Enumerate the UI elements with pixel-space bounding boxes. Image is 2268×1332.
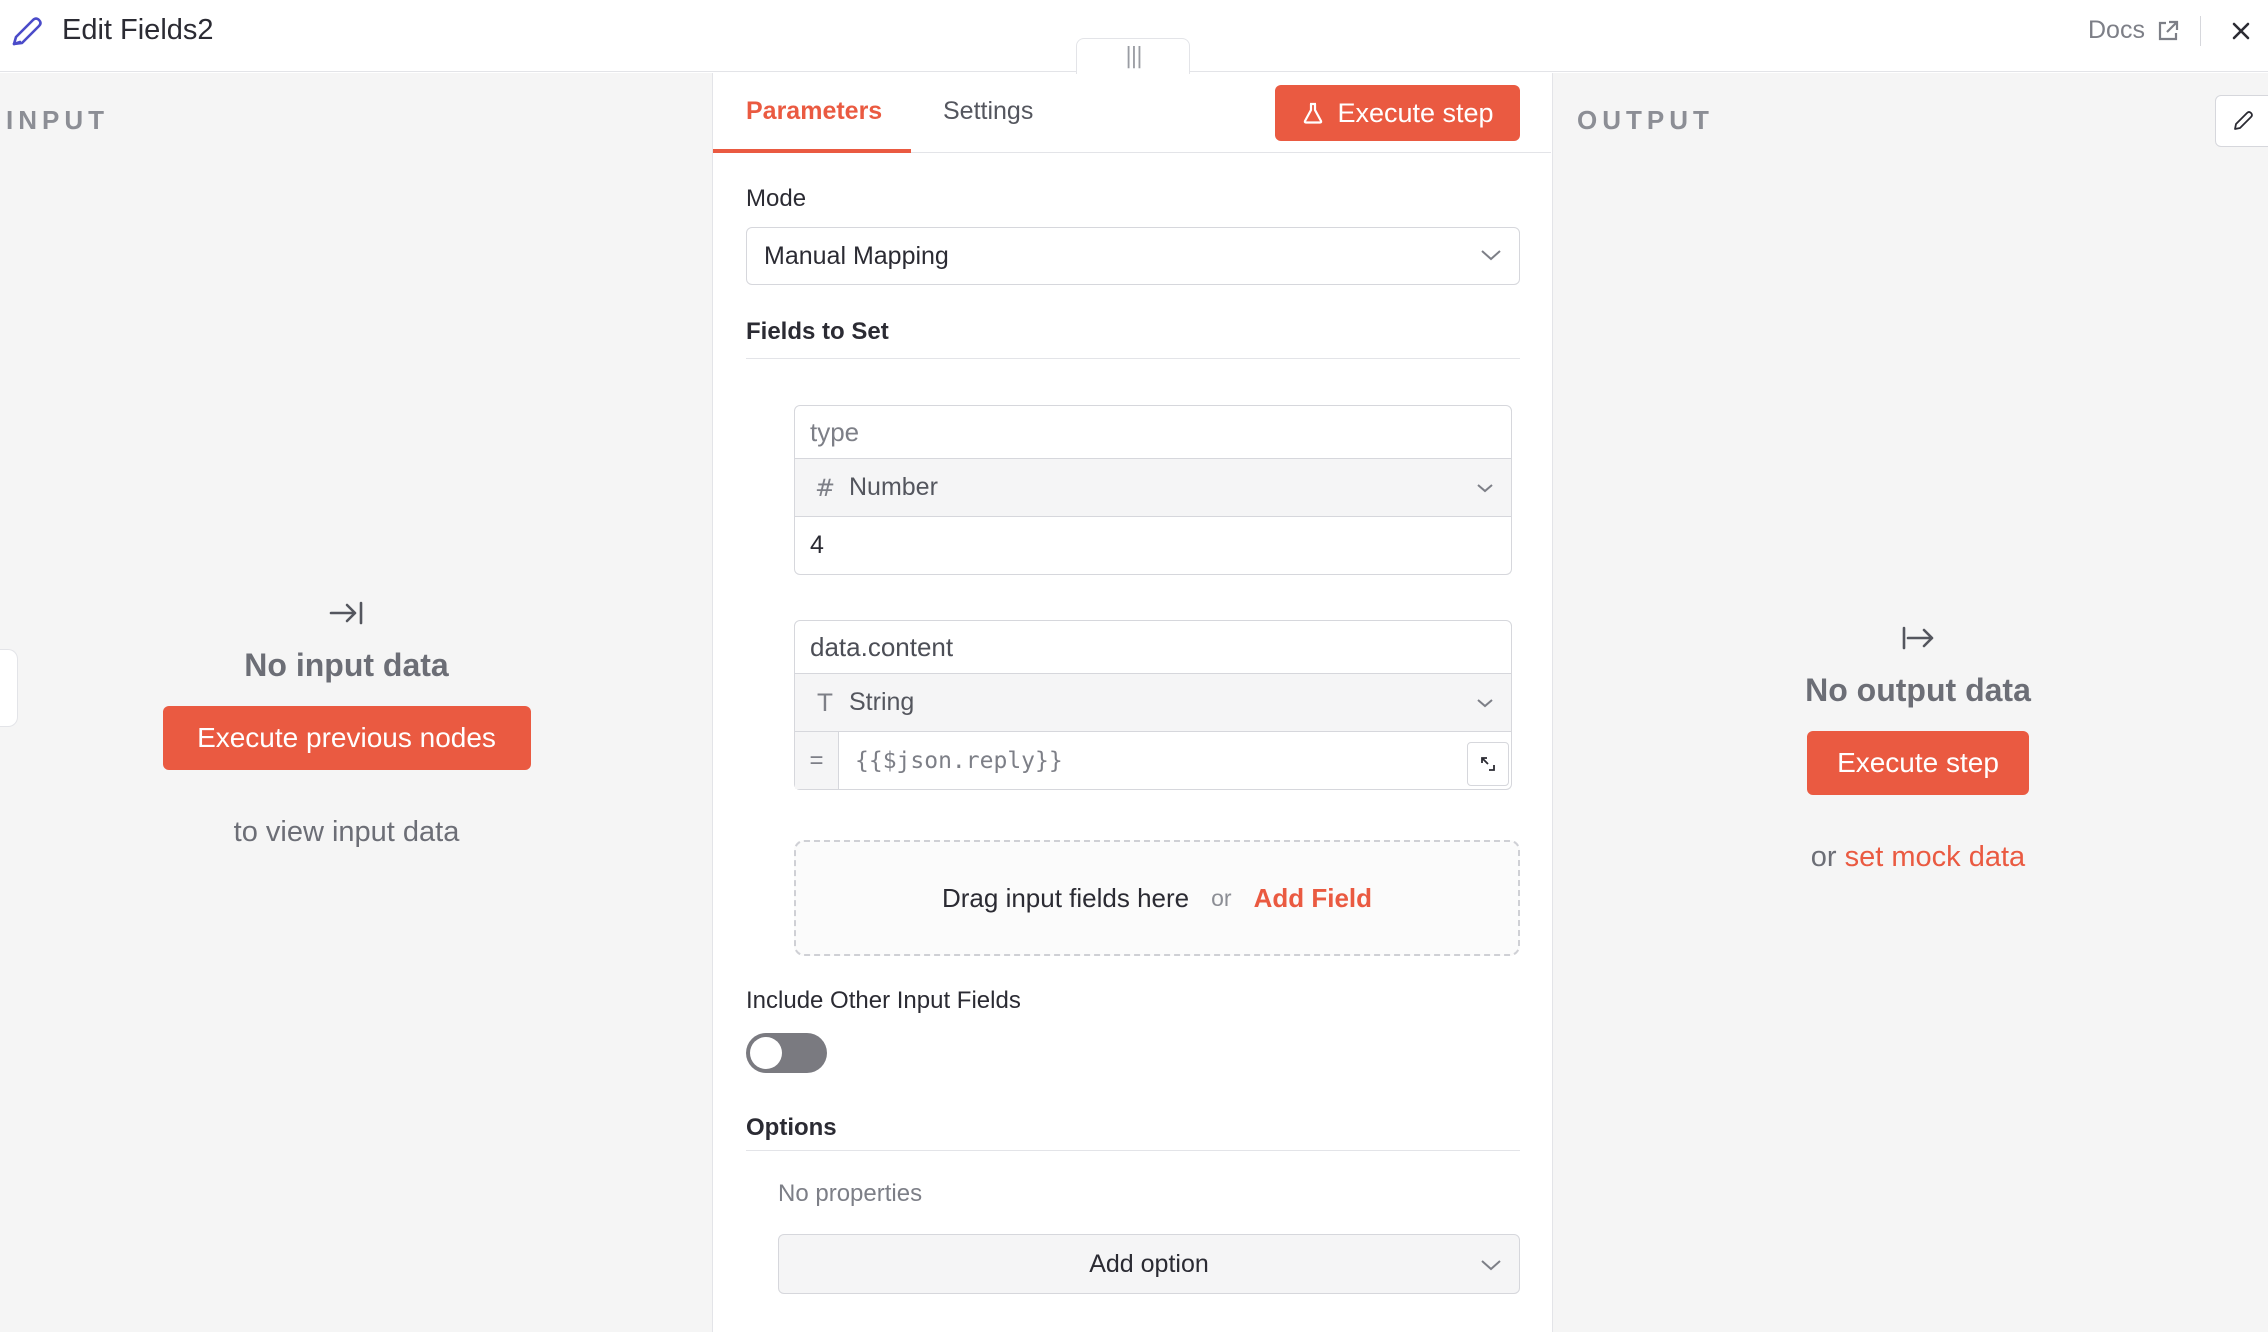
expand-icon: [1481, 757, 1495, 771]
execute-step-label: Execute step: [1337, 97, 1494, 128]
tab-parameters[interactable]: Parameters: [746, 97, 882, 126]
docs-link[interactable]: Docs: [2088, 16, 2181, 45]
chevron-down-icon: [1481, 1260, 1501, 1271]
field-assignment: data.content T String = {{$json.reply}}: [794, 620, 1512, 790]
add-option-select[interactable]: Add option: [778, 1234, 1520, 1294]
no-properties-text: No properties: [778, 1180, 923, 1207]
mode-value: Manual Mapping: [764, 241, 949, 270]
drop-zone-text: Drag input fields here: [941, 882, 1190, 913]
field-name-input[interactable]: type: [794, 405, 1512, 459]
output-hint: or set mock data: [1553, 841, 2268, 874]
field-type-label: String: [849, 688, 915, 716]
arrow-to-line-icon: [329, 601, 362, 625]
chevron-down-icon: [1481, 250, 1501, 261]
node-title[interactable]: Edit Fields2: [62, 14, 214, 47]
active-tab-indicator: [713, 149, 911, 153]
output-hint-prefix: or: [1810, 841, 1837, 873]
header-divider: [2200, 16, 2201, 46]
number-type-icon: #: [815, 473, 836, 502]
toggle-knob: [750, 1037, 782, 1069]
expression-value: {{$json.reply}}: [855, 747, 1063, 774]
pencil-icon[interactable]: [6, 12, 46, 52]
add-field-link[interactable]: Add Field: [1254, 883, 1372, 914]
input-panel: INPUT No input data Execute previous nod…: [0, 73, 713, 1332]
output-panel: OUTPUT No output data Execute step or se…: [1553, 73, 2268, 1332]
field-expression-input[interactable]: = {{$json.reply}}: [794, 732, 1512, 790]
string-type-icon: T: [817, 688, 833, 717]
output-panel-label: OUTPUT: [1577, 105, 1714, 135]
arrow-from-line-icon: [1902, 626, 1934, 650]
field-drop-zone[interactable]: Drag input fields here or Add Field: [794, 840, 1520, 956]
field-type-select[interactable]: # Number: [794, 459, 1512, 517]
include-other-fields-toggle[interactable]: [746, 1033, 827, 1073]
add-option-label: Add option: [1089, 1249, 1209, 1278]
field-type-select[interactable]: T String: [794, 674, 1512, 732]
docs-label: Docs: [2088, 16, 2145, 44]
input-hint: to view input data: [233, 816, 460, 848]
panel-resize-handle[interactable]: |||: [1076, 38, 1190, 74]
field-assignment: type # Number 4: [794, 405, 1512, 575]
field-name-input[interactable]: data.content: [794, 620, 1512, 674]
chevron-down-icon: [1477, 484, 1493, 493]
no-input-title: No input data: [244, 647, 449, 683]
set-mock-data-link[interactable]: set mock data: [1845, 841, 2026, 873]
field-value-input[interactable]: 4: [794, 517, 1512, 575]
close-icon[interactable]: [2226, 16, 2256, 46]
output-empty-state: No output data Execute step or set mock …: [1553, 618, 2268, 874]
parameters-panel: Parameters Settings Execute step Mode Ma…: [713, 73, 1553, 1332]
divider: [746, 358, 1520, 359]
execute-step-button[interactable]: Execute step: [1275, 85, 1520, 141]
external-link-icon: [2158, 20, 2179, 40]
include-other-fields-label: Include Other Input Fields: [746, 987, 1021, 1014]
pencil-icon: [2234, 111, 2253, 130]
options-label: Options: [746, 1114, 837, 1141]
input-empty-state: No input data Execute previous nodes to …: [0, 593, 693, 849]
input-panel-label: INPUT: [6, 105, 109, 135]
mode-label: Mode: [746, 185, 807, 212]
execute-previous-nodes-button[interactable]: Execute previous nodes: [162, 706, 531, 770]
tab-settings[interactable]: Settings: [943, 97, 1033, 126]
expression-prefix: =: [795, 732, 839, 789]
drop-zone-or: or: [1211, 884, 1232, 911]
flask-icon: [1304, 102, 1323, 124]
fields-to-set-label: Fields to Set: [746, 318, 889, 345]
divider: [746, 1150, 1520, 1151]
field-type-label: Number: [849, 473, 938, 501]
tab-bar: Parameters Settings Execute step: [713, 73, 1551, 153]
edit-output-button[interactable]: [2215, 95, 2268, 147]
output-execute-step-button[interactable]: Execute step: [1807, 731, 2029, 795]
chevron-down-icon: [1477, 699, 1493, 708]
grip-icon: |||: [1124, 44, 1143, 69]
open-expression-editor-button[interactable]: [1467, 742, 1509, 786]
no-output-title: No output data: [1805, 672, 2031, 708]
mode-select[interactable]: Manual Mapping: [746, 227, 1520, 285]
